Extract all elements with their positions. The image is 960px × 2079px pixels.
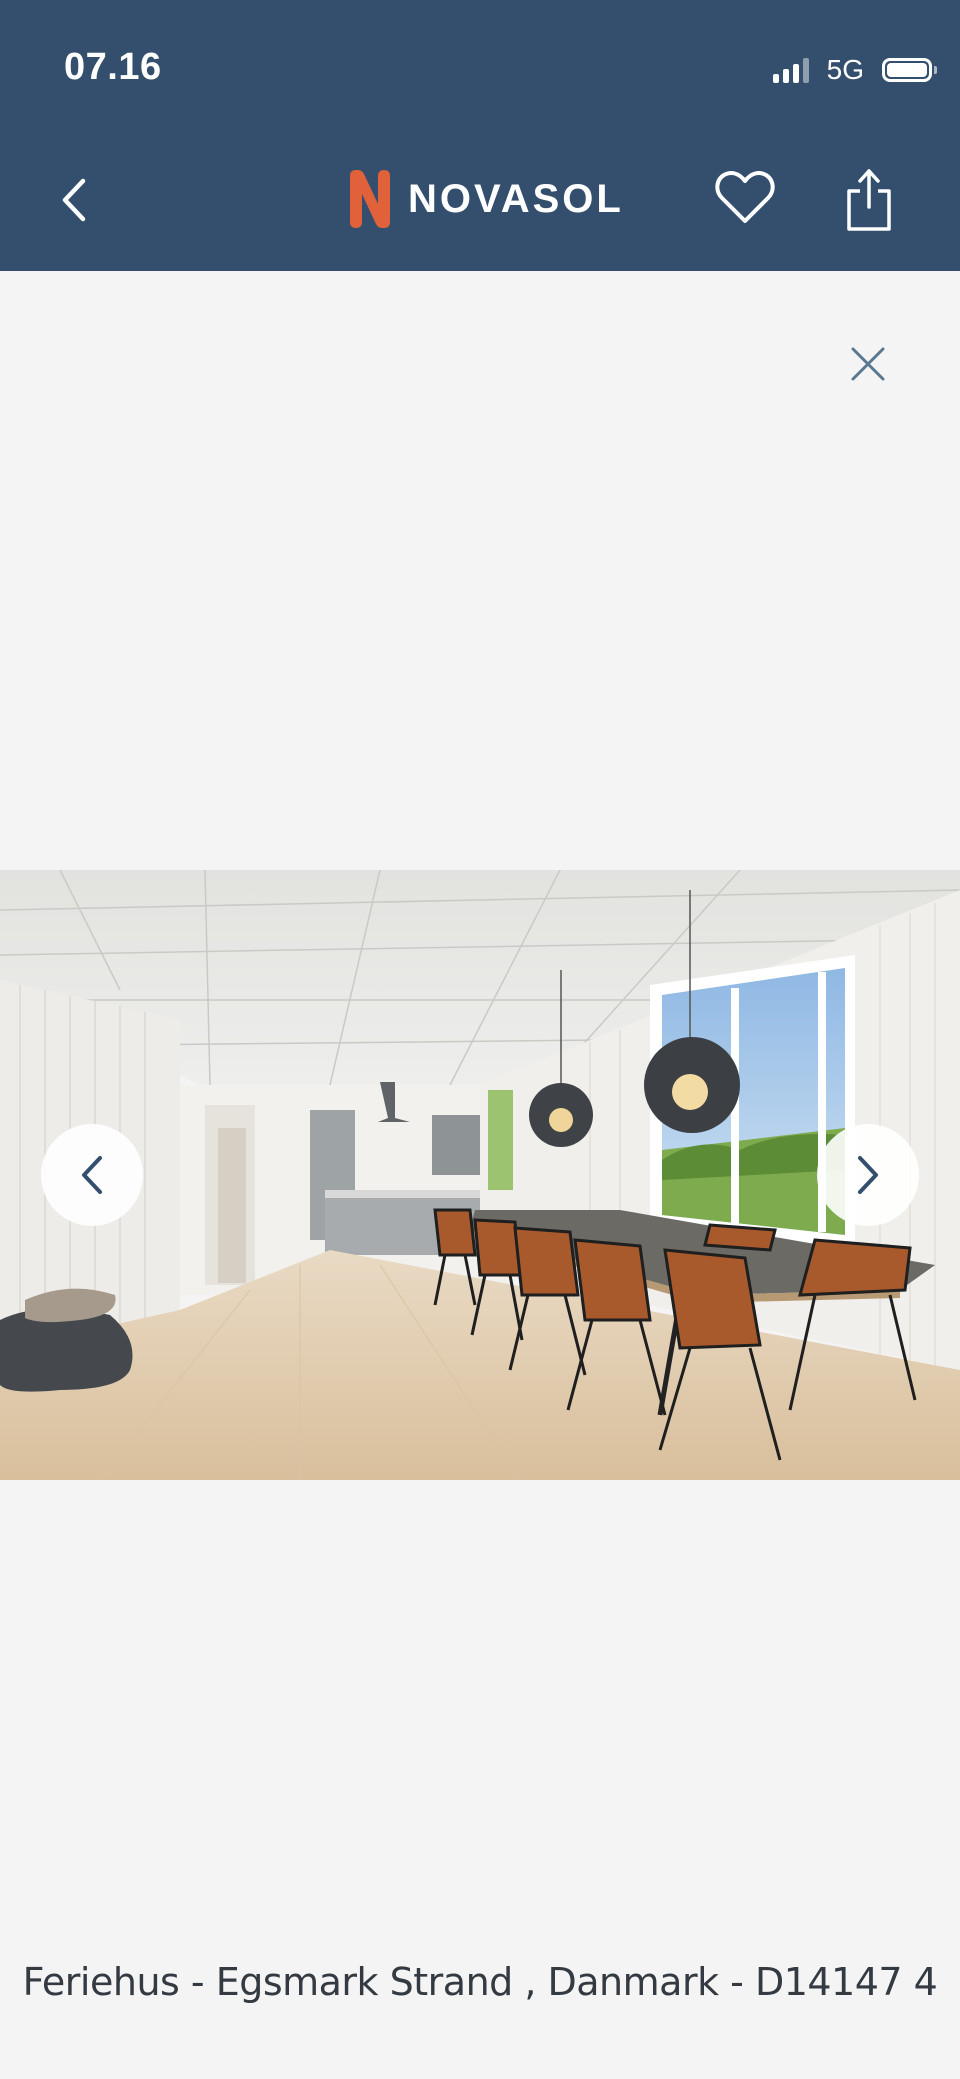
previous-photo-button[interactable] bbox=[41, 1124, 143, 1226]
next-photo-button[interactable] bbox=[817, 1124, 919, 1226]
novasol-n-icon bbox=[350, 170, 390, 228]
cellular-signal-icon bbox=[772, 57, 809, 83]
chevron-left-icon bbox=[62, 178, 86, 222]
share-button[interactable] bbox=[838, 164, 900, 236]
photo-caption: Feriehus - Egsmark Strand , Danmark - D1… bbox=[22, 1960, 938, 2004]
interior-photo-illustration bbox=[0, 870, 960, 1480]
app-header: 07.16 5G NOVASOL bbox=[0, 0, 960, 271]
brand-logo: NOVASOL bbox=[344, 166, 624, 232]
back-button[interactable] bbox=[44, 168, 104, 232]
network-label: 5G bbox=[826, 54, 864, 85]
status-indicators: 5G bbox=[772, 52, 937, 88]
battery-icon bbox=[882, 58, 937, 82]
favorite-button[interactable] bbox=[712, 166, 778, 228]
chevron-right-icon bbox=[858, 1156, 878, 1194]
chevron-left-icon bbox=[82, 1156, 102, 1194]
gallery-photo[interactable] bbox=[0, 870, 960, 1480]
close-gallery-button[interactable] bbox=[838, 334, 898, 394]
status-time: 07.16 bbox=[64, 46, 162, 88]
heart-icon bbox=[715, 171, 775, 223]
brand-name: NOVASOL bbox=[408, 176, 624, 221]
share-icon bbox=[847, 169, 891, 231]
close-icon bbox=[851, 347, 885, 381]
